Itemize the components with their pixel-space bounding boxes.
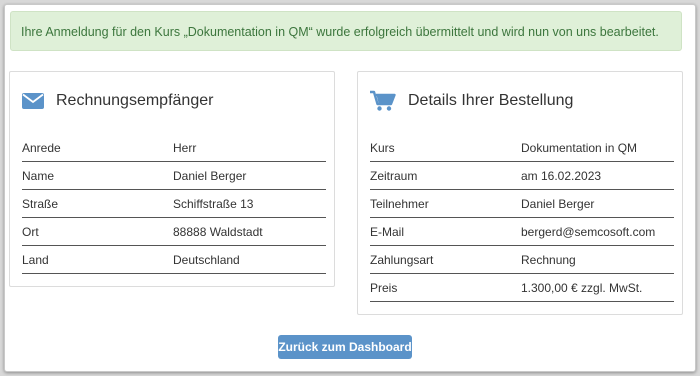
table-row: Land Deutschland <box>22 246 326 274</box>
table-row: Straße Schiffstraße 13 <box>22 190 326 218</box>
row-label: Ort <box>22 224 39 239</box>
row-value: Herr <box>173 140 197 155</box>
table-row: Teilnehmer Daniel Berger <box>370 190 674 218</box>
shopping-cart-icon <box>370 90 396 112</box>
recipient-details-table: Anrede Herr Name Daniel Berger Straße Sc… <box>22 134 326 274</box>
recipient-panel-title: Rechnungsempfänger <box>56 92 214 109</box>
page-window: Ihre Anmeldung für den Kurs „Dokumentati… <box>4 4 696 372</box>
envelope-icon <box>22 93 44 109</box>
table-row: Zeitraum am 16.02.2023 <box>370 162 674 190</box>
row-label: Kurs <box>370 140 395 155</box>
row-label: Preis <box>370 280 398 295</box>
row-label: Anrede <box>22 140 61 155</box>
row-value: Dokumentation in QM <box>521 140 638 155</box>
success-alert: Ihre Anmeldung für den Kurs „Dokumentati… <box>10 11 682 51</box>
row-label: Zahlungsart <box>370 252 434 267</box>
row-value: 88888 Waldstadt <box>173 224 263 239</box>
success-alert-message: Ihre Anmeldung für den Kurs „Dokumentati… <box>21 25 659 39</box>
row-label: Zeitraum <box>370 168 418 183</box>
row-value: Daniel Berger <box>173 168 247 183</box>
table-row: Name Daniel Berger <box>22 162 326 190</box>
table-row: Zahlungsart Rechnung <box>370 246 674 274</box>
table-row: E-Mail bergerd@semcosoft.com <box>370 218 674 246</box>
row-value: Rechnung <box>521 252 576 267</box>
table-row: Preis 1.300,00 € zzgl. MwSt. <box>370 274 674 302</box>
table-row: Kurs Dokumentation in QM <box>370 134 674 162</box>
order-panel-header: Details Ihrer Bestellung <box>370 86 573 116</box>
row-value: Daniel Berger <box>521 196 595 211</box>
row-value: 1.300,00 € zzgl. MwSt. <box>521 280 643 295</box>
table-row: Anrede Herr <box>22 134 326 162</box>
row-label: Name <box>22 168 55 183</box>
row-value: Deutschland <box>173 252 240 267</box>
order-details-table: Kurs Dokumentation in QM Zeitraum am 16.… <box>370 134 674 302</box>
row-label: Land <box>22 252 49 267</box>
row-value: am 16.02.2023 <box>521 168 602 183</box>
table-row: Ort 88888 Waldstadt <box>22 218 326 246</box>
row-value: Schiffstraße 13 <box>173 196 254 211</box>
row-label: Teilnehmer <box>370 196 429 211</box>
recipient-panel-header: Rechnungsempfänger <box>22 86 213 116</box>
order-panel-title: Details Ihrer Bestellung <box>408 92 574 109</box>
row-label: E-Mail <box>370 224 405 239</box>
back-to-dashboard-button[interactable]: Zurück zum Dashboard <box>278 335 412 359</box>
order-panel: Details Ihrer Bestellung Kurs Dokumentat… <box>357 71 683 315</box>
row-value: bergerd@semcosoft.com <box>521 224 656 239</box>
row-label: Straße <box>22 196 59 211</box>
recipient-panel: Rechnungsempfänger Anrede Herr Name Dani… <box>9 71 335 287</box>
